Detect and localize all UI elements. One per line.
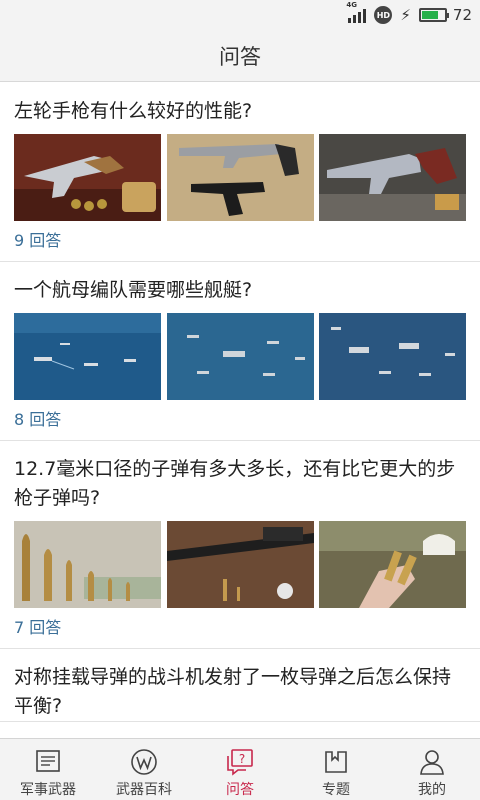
question-list[interactable]: 左轮手枪有什么较好的性能? 9 回答 一个航母编队需要哪些舰艇? 8 回答 12… (0, 83, 480, 738)
network-type: 4G (346, 1, 357, 9)
title-bar: 问答 (0, 30, 480, 82)
question-title[interactable]: 一个航母编队需要哪些舰艇? (14, 262, 466, 305)
page-title: 问答 (219, 44, 261, 69)
hd-voice-icon: HD (374, 6, 393, 24)
signal-icon: 4G (346, 1, 367, 23)
question-images (14, 521, 466, 608)
question-title[interactable]: 左轮手枪有什么较好的性能? (14, 83, 466, 126)
profile-icon (420, 750, 444, 775)
wiki-icon (131, 749, 157, 775)
nav-label: 我的 (418, 782, 446, 798)
question-title[interactable]: 对称挂载导弹的战斗机发射了一枚导弹之后怎么保持平衡? (14, 649, 466, 721)
fleet-formation-photo[interactable] (14, 313, 161, 400)
bottom-nav: 军事武器 武器百科 ? 问答 专题 我的 (0, 738, 480, 800)
pistols-on-wood-photo[interactable] (166, 134, 314, 221)
hand-holding-cartridges-photo[interactable] (319, 521, 466, 608)
answer-count: 8 回答 (14, 410, 62, 429)
nav-item-topics[interactable]: 专题 (288, 739, 384, 800)
battery-percent: 72 (452, 6, 472, 24)
qa-icon: ? (227, 749, 253, 776)
answer-count: 9 回答 (14, 231, 62, 250)
answer-count: 7 回答 (14, 618, 62, 637)
sniper-rifle-ammo-photo[interactable] (166, 521, 314, 608)
question-images (14, 134, 466, 221)
charging-icon: ⚡ (400, 6, 411, 24)
revolver-ammo-photo[interactable] (319, 134, 466, 221)
nav-item-weapon-wiki[interactable]: 武器百科 (96, 739, 192, 800)
question-item[interactable]: 对称挂载导弹的战斗机发射了一枚导弹之后怎么保持平衡? (0, 649, 480, 722)
nav-label: 军事武器 (20, 782, 76, 798)
svg-text:?: ? (239, 752, 245, 766)
nav-label: 专题 (322, 782, 350, 798)
nav-item-profile[interactable]: 我的 (384, 739, 480, 800)
fleet-formation-photo[interactable] (319, 313, 466, 400)
nav-item-qa[interactable]: ? 问答 (192, 739, 288, 800)
app-screen: 4G HD ⚡ 72 问答 左轮手枪有什么较好的性能? 9 回答 一个航母编队需… (0, 0, 480, 800)
question-item[interactable]: 一个航母编队需要哪些舰艇? 8 回答 (0, 262, 480, 441)
status-bar: 4G HD ⚡ 72 (0, 0, 480, 30)
nav-item-military-weapons[interactable]: 军事武器 (0, 739, 96, 800)
revolver-ammo-photo[interactable] (14, 134, 161, 221)
bullets-row-photo[interactable] (14, 521, 161, 608)
question-item[interactable]: 左轮手枪有什么较好的性能? 9 回答 (0, 83, 480, 262)
nav-label: 武器百科 (116, 782, 172, 798)
topic-icon (325, 751, 347, 773)
question-images (14, 313, 466, 400)
news-icon (36, 750, 60, 772)
question-title[interactable]: 12.7毫米口径的子弹有多大多长，还有比它更大的步枪子弹吗? (14, 441, 466, 513)
question-item[interactable]: 12.7毫米口径的子弹有多大多长，还有比它更大的步枪子弹吗? 7 回答 (0, 441, 480, 649)
battery-icon (418, 8, 449, 22)
battery-fill (421, 11, 438, 19)
nav-label: 问答 (226, 782, 254, 798)
fleet-formation-photo[interactable] (166, 313, 314, 400)
